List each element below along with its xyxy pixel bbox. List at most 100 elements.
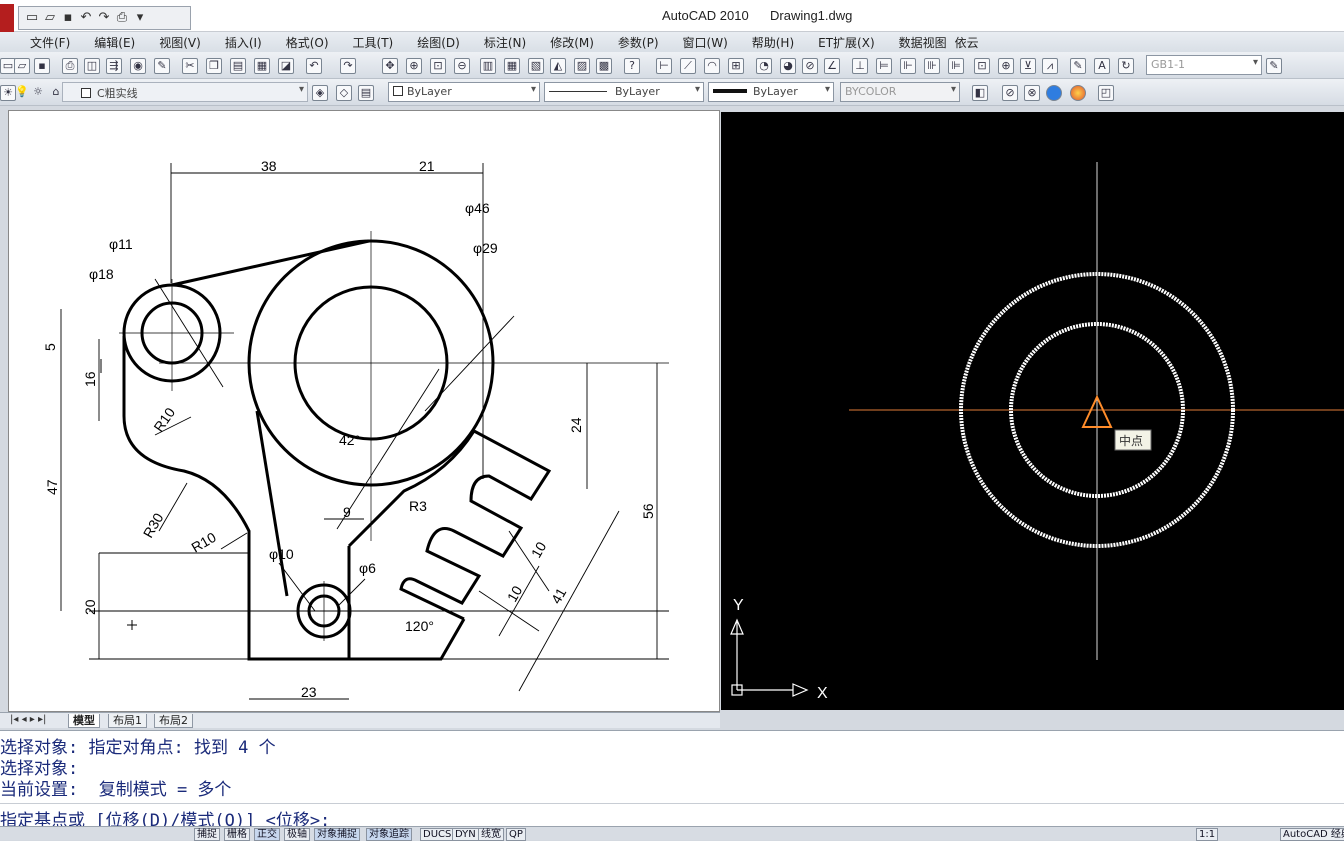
help-icon[interactable]: ? bbox=[624, 58, 640, 74]
realistic-icon[interactable] bbox=[1046, 85, 1062, 101]
menu-yiyun[interactable]: 依云 bbox=[955, 34, 979, 51]
quick-dim-icon[interactable]: ⊥ bbox=[852, 58, 868, 74]
dimstyle-select[interactable]: GB1-1 ▾ bbox=[1146, 55, 1262, 75]
wireframe-icon[interactable]: ⊘ bbox=[1002, 85, 1018, 101]
save-icon[interactable]: ▪ bbox=[61, 11, 75, 25]
menu-edit[interactable]: 编辑(E) bbox=[94, 34, 135, 51]
toggle-osnap[interactable]: 对象捕捉 bbox=[314, 828, 360, 841]
markup-icon[interactable]: ▨ bbox=[574, 58, 590, 74]
tab-nav-icons[interactable]: |◂ ◂ ▸ ▸| bbox=[10, 714, 46, 725]
3d-dwf-icon[interactable]: ◉ bbox=[130, 58, 146, 74]
menu-draw[interactable]: 绘图(D) bbox=[417, 34, 460, 51]
tool-palettes-icon[interactable]: ▧ bbox=[528, 58, 544, 74]
pan-icon[interactable]: ✥ bbox=[382, 58, 398, 74]
hidden-icon[interactable]: ⊗ bbox=[1024, 85, 1040, 101]
layer-select[interactable]: C粗实线 ▾ bbox=[62, 82, 308, 102]
tab-layout2[interactable]: 布局2 bbox=[154, 714, 193, 728]
3d-orbit-icon[interactable]: ◧ bbox=[972, 85, 988, 101]
tab-model[interactable]: 模型 bbox=[68, 714, 100, 728]
dim-linear-icon[interactable]: ⊢ bbox=[656, 58, 672, 74]
dim-jogged-icon[interactable]: ◕ bbox=[780, 58, 796, 74]
toggle-ducs[interactable]: DUCS bbox=[420, 828, 455, 841]
menu-file[interactable]: 文件(F) bbox=[30, 34, 70, 51]
save-icon[interactable]: ▪ bbox=[34, 58, 50, 74]
dimstyle-manager-icon[interactable]: ✎ bbox=[1266, 58, 1282, 74]
center-mark-icon[interactable]: ⊕ bbox=[998, 58, 1014, 74]
toggle-polar[interactable]: 极轴 bbox=[284, 828, 310, 841]
toggle-lineweight[interactable]: 线宽 bbox=[478, 828, 504, 841]
calculator-icon[interactable]: ▩ bbox=[596, 58, 612, 74]
conceptual-icon[interactable] bbox=[1070, 85, 1086, 101]
dim-space-icon[interactable]: ⊪ bbox=[924, 58, 940, 74]
toggle-snap[interactable]: 捕捉 bbox=[194, 828, 220, 841]
properties-icon[interactable]: ▥ bbox=[480, 58, 496, 74]
zoom-previous-icon[interactable]: ⊖ bbox=[454, 58, 470, 74]
menu-express[interactable]: ET扩展(X) bbox=[818, 34, 875, 51]
color-select[interactable]: ByLayer ▾ bbox=[388, 82, 540, 102]
sheet-set-icon[interactable]: ◭ bbox=[550, 58, 566, 74]
chevron-down-icon[interactable]: ▾ bbox=[133, 11, 147, 25]
toggle-qp[interactable]: QP bbox=[506, 828, 526, 841]
etransmit-icon[interactable]: ✎ bbox=[154, 58, 170, 74]
redo-icon[interactable]: ↷ bbox=[340, 58, 356, 74]
toggle-dyn[interactable]: DYN bbox=[452, 828, 479, 841]
open-file-icon[interactable]: ▱ bbox=[43, 11, 57, 25]
undo-icon[interactable]: ↶ bbox=[306, 58, 322, 74]
menu-dimension[interactable]: 标注(N) bbox=[484, 34, 526, 51]
cut-icon[interactable]: ✂ bbox=[182, 58, 198, 74]
jogged-linear-icon[interactable]: ⩘ bbox=[1042, 58, 1058, 74]
layer-states-icon[interactable]: ▤ bbox=[358, 85, 374, 101]
toggle-grid[interactable]: 栅格 bbox=[224, 828, 250, 841]
match-properties-icon[interactable]: ▦ bbox=[254, 58, 270, 74]
menu-insert[interactable]: 插入(I) bbox=[225, 34, 262, 51]
dim-baseline-icon[interactable]: ⊨ bbox=[876, 58, 892, 74]
dim-aligned-icon[interactable]: ⟋ bbox=[680, 58, 696, 74]
dim-arc-icon[interactable]: ◠ bbox=[704, 58, 720, 74]
dim-radius-icon[interactable]: ◔ bbox=[756, 58, 772, 74]
zoom-window-icon[interactable]: ⊡ bbox=[430, 58, 446, 74]
new-file-icon[interactable]: ▭ bbox=[25, 11, 39, 25]
lineweight-select[interactable]: ByLayer ▾ bbox=[708, 82, 834, 102]
menu-help[interactable]: 帮助(H) bbox=[752, 34, 794, 51]
dim-text-edit-icon[interactable]: A bbox=[1094, 58, 1110, 74]
copy-icon[interactable]: ❐ bbox=[206, 58, 222, 74]
toggle-ortho[interactable]: 正交 bbox=[254, 828, 280, 841]
menu-dataview[interactable]: 数据视图 bbox=[899, 34, 947, 51]
menu-window[interactable]: 窗口(W) bbox=[683, 34, 728, 51]
dim-ordinate-icon[interactable]: ⊞ bbox=[728, 58, 744, 74]
plotstyle-select[interactable]: BYCOLOR ▾ bbox=[840, 82, 960, 102]
tolerance-icon[interactable]: ⊡ bbox=[974, 58, 990, 74]
plot-icon[interactable]: ⎙ bbox=[62, 58, 78, 74]
undo-icon[interactable]: ↶ bbox=[79, 11, 93, 25]
lightbulb-icon[interactable]: 💡 bbox=[14, 85, 30, 101]
workspace-switch[interactable]: AutoCAD 经典 bbox=[1280, 828, 1344, 841]
command-window[interactable]: 选择对象: 指定对角点: 找到 4 个 选择对象: 当前设置: 复制模式 = 多… bbox=[0, 730, 1344, 831]
menu-tools[interactable]: 工具(T) bbox=[353, 34, 394, 51]
dim-angular-icon[interactable]: ∠ bbox=[824, 58, 840, 74]
plot-icon[interactable]: ⎙ bbox=[115, 11, 129, 25]
tab-layout1[interactable]: 布局1 bbox=[108, 714, 147, 728]
dim-break-icon[interactable]: ⊫ bbox=[948, 58, 964, 74]
drawing-viewport-right[interactable]: 中点 X Y bbox=[721, 112, 1344, 710]
publish-icon[interactable]: ⇶ bbox=[106, 58, 122, 74]
visual-style-manager-icon[interactable]: ◰ bbox=[1098, 85, 1114, 101]
paste-icon[interactable]: ▤ bbox=[230, 58, 246, 74]
block-editor-icon[interactable]: ◪ bbox=[278, 58, 294, 74]
linetype-select[interactable]: ByLayer ▾ bbox=[544, 82, 704, 102]
dim-edit-icon[interactable]: ✎ bbox=[1070, 58, 1086, 74]
plot-preview-icon[interactable]: ◫ bbox=[84, 58, 100, 74]
layer-previous-icon[interactable]: ◇ bbox=[336, 85, 352, 101]
menu-view[interactable]: 视图(V) bbox=[159, 34, 201, 51]
menu-modify[interactable]: 修改(M) bbox=[550, 34, 594, 51]
menu-parametric[interactable]: 参数(P) bbox=[618, 34, 659, 51]
dim-update-icon[interactable]: ↻ bbox=[1118, 58, 1134, 74]
dim-diameter-icon[interactable]: ⊘ bbox=[802, 58, 818, 74]
redo-icon[interactable]: ↷ bbox=[97, 11, 111, 25]
zoom-realtime-icon[interactable]: ⊕ bbox=[406, 58, 422, 74]
make-current-layer-icon[interactable]: ◈ bbox=[312, 85, 328, 101]
toggle-otrack[interactable]: 对象追踪 bbox=[366, 828, 412, 841]
design-center-icon[interactable]: ▦ bbox=[504, 58, 520, 74]
open-icon[interactable]: ▱ bbox=[14, 58, 30, 74]
menu-format[interactable]: 格式(O) bbox=[286, 34, 329, 51]
drawing-viewport-left[interactable]: 38 21 φ46 φ29 φ11 φ18 5 16 R10 47 42° 24… bbox=[8, 110, 720, 712]
